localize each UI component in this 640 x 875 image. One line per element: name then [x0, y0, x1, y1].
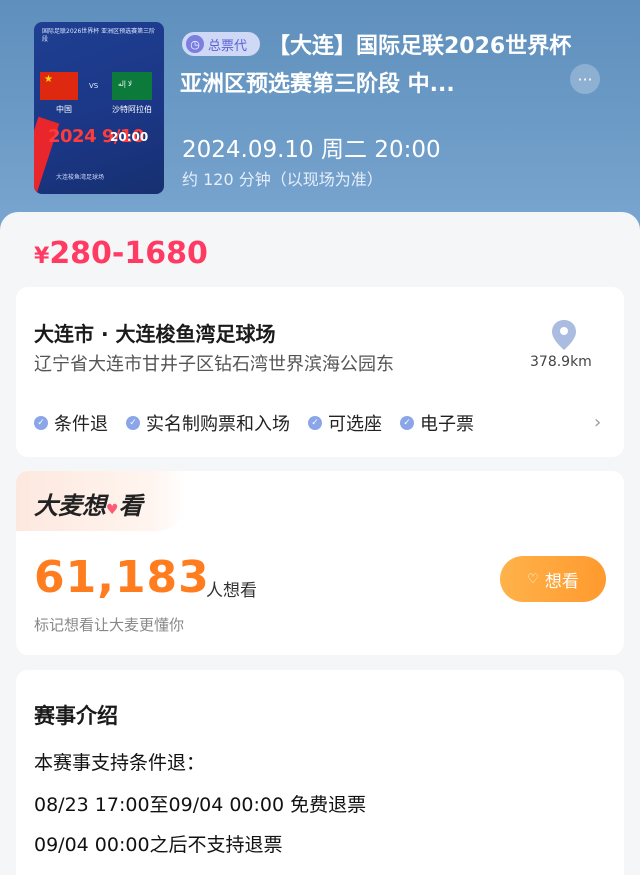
- venue-name: 大连市 · 大连梭鱼湾足球场: [34, 322, 276, 346]
- agent-badge-label: 总票代: [208, 38, 248, 54]
- check-icon: ✓: [400, 416, 414, 430]
- check-icon: ✓: [308, 416, 322, 430]
- tag-label: 实名制购票和入场: [146, 414, 290, 435]
- location-pin-icon[interactable]: [552, 320, 576, 350]
- agent-badge: ◷ 总票代: [182, 32, 260, 56]
- event-datetime: 2024.09.10 周二 20:00: [182, 137, 441, 163]
- tag-conditional-refund: ✓ 条件退: [34, 410, 108, 436]
- poster-venue: 大连梭鱼湾足球场: [56, 174, 105, 181]
- want-button-label: 想看: [544, 571, 579, 592]
- tag-seat-selection: ✓ 可选座: [308, 410, 382, 436]
- china-flag-icon: ★: [40, 72, 78, 100]
- heart-icon: ♥: [106, 502, 119, 518]
- want-title-text: 大麦想: [34, 492, 106, 520]
- poster-title: 国际足联2026世界杯 亚洲区预选赛第三阶段: [42, 28, 156, 43]
- service-tags[interactable]: ✓ 条件退 ✓ 实名制购票和入场 ✓ 可选座 ✓ 电子票: [34, 410, 492, 436]
- intro-title: 赛事介绍: [34, 704, 118, 728]
- venue-address: 辽宁省大连市甘井子区钻石湾世界滨海公园东: [34, 354, 394, 375]
- tag-label: 电子票: [420, 414, 474, 435]
- want-title: 大麦想♥看: [34, 486, 143, 521]
- want-hint: 标记想看让大麦更懂你: [34, 616, 185, 634]
- poster-time: 20:00: [110, 130, 149, 144]
- tag-e-ticket: ✓ 电子票: [400, 410, 474, 436]
- price-value: 280-1680: [49, 236, 208, 271]
- want-button[interactable]: ♡ 想看: [500, 556, 606, 602]
- want-title-text-end: 看: [118, 492, 143, 520]
- event-poster[interactable]: 国际足联2026世界杯 亚洲区预选赛第三阶段 ★ VS لا إله 中国 沙特…: [34, 22, 164, 194]
- chevron-right-icon[interactable]: ›: [594, 412, 601, 433]
- more-button[interactable]: ···: [570, 64, 600, 94]
- venue-distance: 378.9km: [530, 354, 592, 370]
- want-count: 61,183: [34, 552, 210, 603]
- agent-badge-icon: ◷: [186, 35, 204, 53]
- want-unit: 人想看: [206, 581, 257, 601]
- currency-symbol: ¥: [34, 244, 50, 269]
- more-icon: ···: [577, 69, 593, 89]
- check-icon: ✓: [126, 416, 140, 430]
- tag-label: 可选座: [328, 414, 382, 435]
- poster-team-home: 中国: [56, 105, 72, 114]
- check-icon: ✓: [34, 416, 48, 430]
- price-range: ¥280-1680: [34, 236, 208, 271]
- tag-label: 条件退: [54, 414, 108, 435]
- poster-vs: VS: [89, 82, 99, 90]
- poster-team-away: 沙特阿拉伯: [112, 105, 152, 114]
- intro-line: 08/23 17:00至09/04 00:00 免费退票: [34, 794, 367, 816]
- event-duration: 约 120 分钟（以现场为准）: [182, 170, 383, 189]
- saudi-flag-icon: لا إله: [112, 72, 152, 100]
- heart-outline-icon: ♡: [527, 571, 539, 587]
- intro-line: 09/04 00:00之后不支持退票: [34, 834, 283, 856]
- intro-line: 本赛事支持条件退：: [34, 752, 206, 774]
- tag-real-name: ✓ 实名制购票和入场: [126, 410, 290, 436]
